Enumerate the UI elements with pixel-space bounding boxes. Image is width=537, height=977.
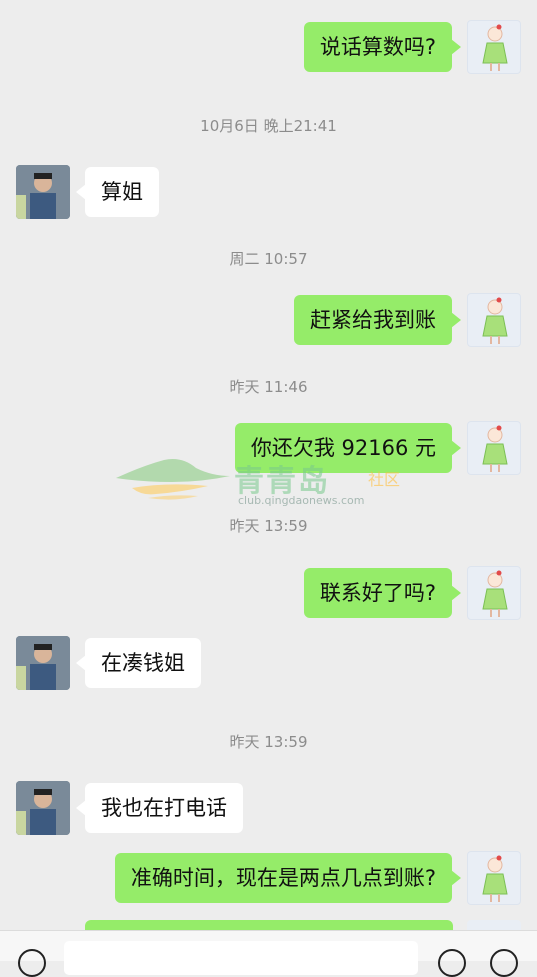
my-avatar[interactable] — [467, 421, 521, 475]
message-row-outgoing: 准确时间，现在是两点几点到账? — [0, 851, 537, 905]
contact-avatar[interactable] — [16, 165, 70, 219]
timestamp-label: 昨天 11:46 — [229, 378, 308, 396]
outgoing-message-bubble[interactable]: 准确时间，现在是两点几点到账? — [114, 853, 462, 903]
outgoing-message-bubble-partial[interactable] — [85, 920, 453, 930]
message-row-incoming: 算姐 — [0, 165, 537, 219]
cartoon-girl-avatar-icon — [482, 855, 508, 902]
message-row-outgoing: 赶紧给我到账 — [0, 293, 537, 347]
message-row-outgoing: 联系好了吗? — [0, 566, 537, 620]
emoji-icon[interactable] — [438, 949, 466, 977]
outgoing-message-bubble[interactable]: 你还欠我 92166 元 — [234, 423, 462, 473]
watermark-url: club.qingdaonews.com — [238, 494, 365, 507]
message-row-outgoing: 你还欠我 92166 元 — [0, 421, 537, 475]
message-row-incoming: 我也在打电话 — [0, 781, 537, 835]
contact-avatar[interactable] — [16, 781, 70, 835]
cartoon-girl-avatar-icon — [482, 297, 508, 344]
incoming-message-bubble[interactable]: 我也在打电话 — [76, 783, 243, 833]
chat-message-list[interactable]: 说话算数吗? 10月6日 晚上21:41 算姐 周二 10:57 赶紧给我到账 … — [0, 0, 537, 930]
timestamp-label: 昨天 13:59 — [229, 733, 308, 751]
contact-avatar[interactable] — [16, 636, 70, 690]
timestamp-label: 10月6日 晚上21:41 — [200, 117, 337, 135]
my-avatar-partial[interactable] — [467, 920, 521, 930]
timestamp-label: 周二 10:57 — [229, 250, 308, 268]
incoming-message-bubble[interactable]: 算姐 — [76, 167, 159, 217]
message-row-incoming: 在凑钱姐 — [0, 636, 537, 690]
voice-toggle-icon[interactable] — [18, 949, 46, 977]
my-avatar[interactable] — [467, 293, 521, 347]
message-row-outgoing: 说话算数吗? — [0, 20, 537, 74]
my-avatar[interactable] — [467, 20, 521, 74]
chat-input-bar — [0, 930, 537, 977]
my-avatar[interactable] — [467, 851, 521, 905]
contact-photo-icon — [16, 781, 70, 835]
plus-more-icon[interactable] — [490, 949, 518, 977]
outgoing-message-bubble[interactable]: 联系好了吗? — [303, 568, 462, 618]
incoming-message-bubble[interactable]: 在凑钱姐 — [76, 638, 201, 688]
cartoon-girl-avatar-icon — [482, 425, 508, 472]
my-avatar[interactable] — [467, 566, 521, 620]
contact-photo-icon — [16, 636, 70, 690]
cartoon-girl-avatar-icon — [482, 24, 508, 71]
contact-photo-icon — [16, 165, 70, 219]
message-input[interactable] — [64, 941, 418, 975]
outgoing-message-bubble[interactable]: 赶紧给我到账 — [294, 295, 461, 345]
timestamp-label: 昨天 13:59 — [229, 517, 308, 535]
cartoon-girl-avatar-icon — [482, 570, 508, 617]
outgoing-message-bubble[interactable]: 说话算数吗? — [303, 22, 462, 72]
